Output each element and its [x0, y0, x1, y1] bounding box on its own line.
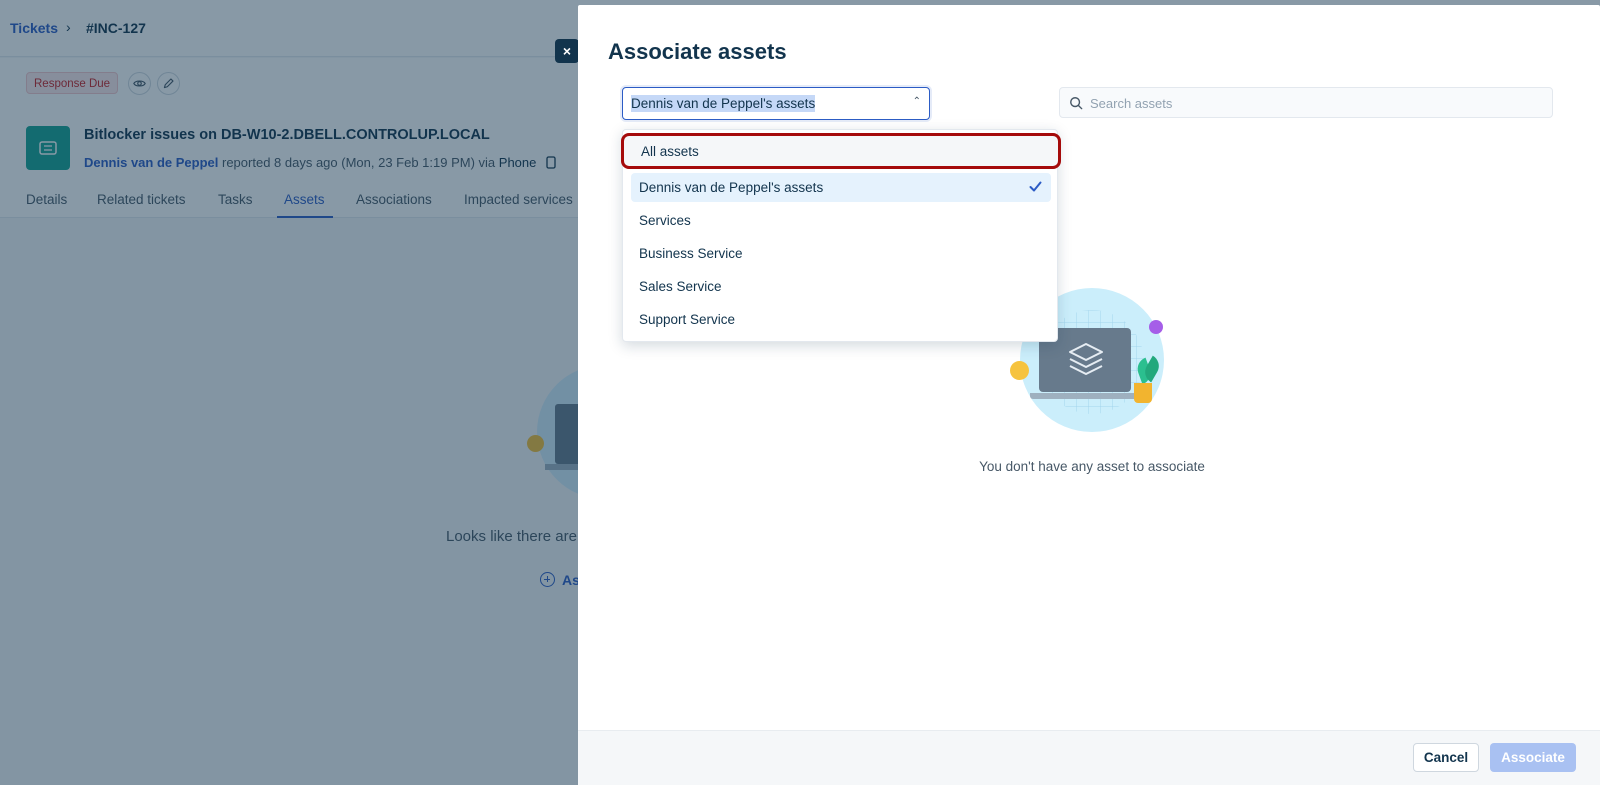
layers-icon: [1069, 343, 1103, 375]
asset-filter-dropdown: All assets Dennis van de Peppel's assets…: [621, 129, 1061, 342]
dropdown-item-label: Support Service: [639, 312, 736, 327]
asset-filter-select[interactable]: Dennis van de Peppel's assets ⌃: [622, 87, 930, 120]
decorative-dot: [1010, 361, 1029, 380]
search-assets-box[interactable]: [1059, 87, 1553, 118]
dropdown-item-label: Services: [639, 213, 691, 228]
dropdown-item-my-assets[interactable]: Dennis van de Peppel's assets: [631, 173, 1051, 202]
dropdown-item-label: Business Service: [639, 246, 743, 261]
laptop-base-illustration: [1030, 393, 1144, 399]
dropdown-item-label: Sales Service: [639, 279, 722, 294]
dropdown-item-sales-service[interactable]: Sales Service: [631, 272, 1051, 301]
dropdown-item-services[interactable]: Services: [631, 206, 1051, 235]
chevron-up-icon: ⌃: [912, 96, 921, 107]
modal-footer: Cancel Associate: [578, 730, 1600, 785]
dropdown-item-label: All assets: [641, 144, 699, 159]
check-icon: [1029, 181, 1042, 192]
associate-assets-modal: Associate assets Dennis van de Peppel's …: [578, 5, 1600, 785]
dropdown-item-support-service[interactable]: Support Service: [631, 305, 1051, 334]
close-modal-button[interactable]: ×: [555, 39, 579, 63]
plant-pot-illustration: [1134, 383, 1152, 403]
asset-filter-value: Dennis van de Peppel's assets: [631, 95, 816, 112]
associate-button[interactable]: Associate: [1490, 743, 1576, 772]
dropdown-item-business-service[interactable]: Business Service: [631, 239, 1051, 268]
dropdown-item-all-assets[interactable]: All assets: [621, 133, 1061, 169]
search-assets-input[interactable]: [1090, 93, 1530, 113]
modal-title: Associate assets: [608, 39, 787, 64]
dropdown-item-label: Dennis van de Peppel's assets: [639, 180, 824, 195]
empty-state-text: You don't have any asset to associate: [979, 459, 1205, 474]
cancel-button[interactable]: Cancel: [1413, 743, 1479, 772]
search-icon: [1070, 97, 1083, 110]
decorative-dot: [1149, 320, 1163, 334]
